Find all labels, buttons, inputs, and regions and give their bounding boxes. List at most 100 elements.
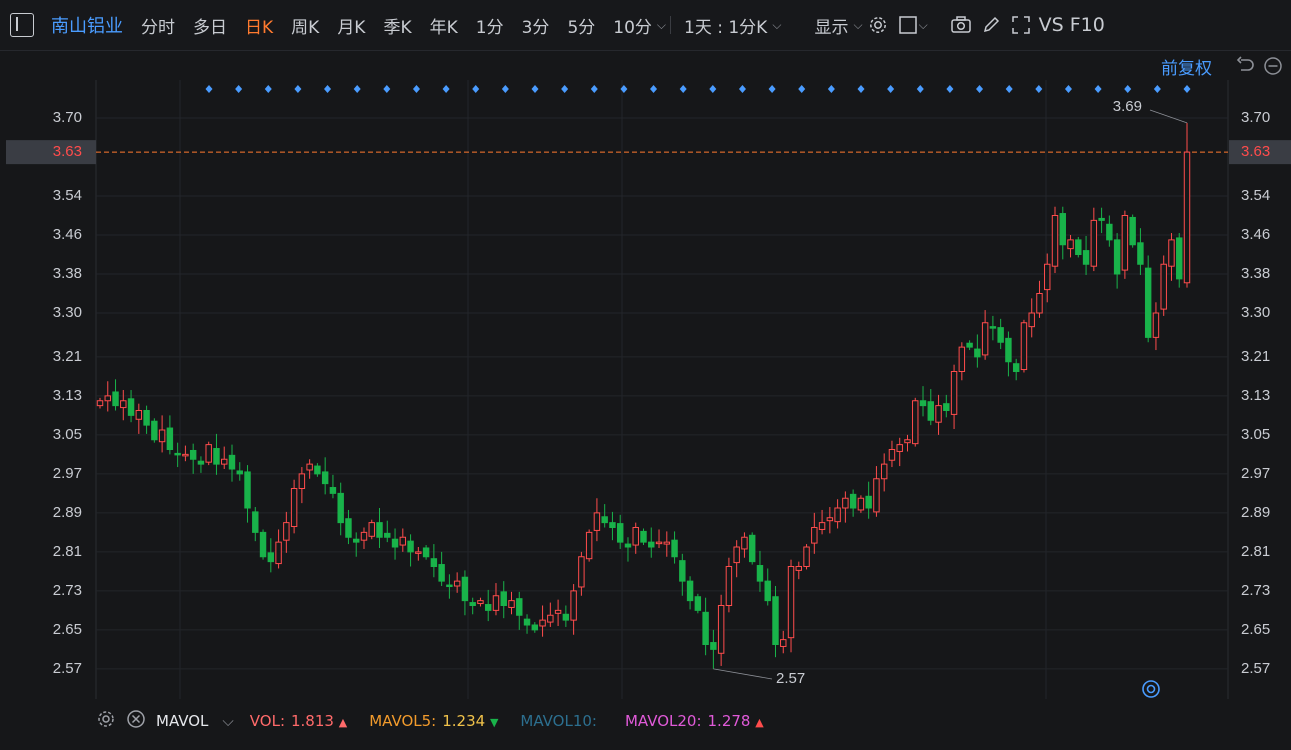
- candle-body[interactable]: [500, 591, 507, 606]
- candle-body[interactable]: [283, 522, 290, 541]
- candle-body[interactable]: [919, 400, 927, 407]
- candle-body[interactable]: [950, 371, 958, 415]
- candle-body[interactable]: [1028, 312, 1035, 328]
- event-marker-icon[interactable]: [383, 85, 391, 93]
- candle-body[interactable]: [376, 522, 383, 538]
- candle-body[interactable]: [174, 452, 181, 456]
- event-marker-icon[interactable]: [205, 85, 213, 93]
- candle-body[interactable]: [888, 449, 896, 461]
- candle-body[interactable]: [912, 400, 919, 445]
- event-marker-icon[interactable]: [620, 85, 628, 93]
- candle-body[interactable]: [989, 326, 997, 329]
- event-marker-icon[interactable]: [590, 85, 598, 93]
- candle-body[interactable]: [314, 465, 321, 475]
- candle-body[interactable]: [1137, 242, 1144, 265]
- candle-body[interactable]: [1059, 213, 1066, 246]
- candle-body[interactable]: [96, 400, 104, 407]
- candle-body[interactable]: [803, 546, 810, 567]
- candle-body[interactable]: [407, 540, 414, 553]
- stock-name[interactable]: 南山铝业: [42, 12, 132, 38]
- candle-body[interactable]: [554, 609, 562, 614]
- candle-body[interactable]: [818, 522, 826, 530]
- event-marker-icon[interactable]: [976, 85, 984, 93]
- candle-body[interactable]: [616, 523, 624, 543]
- candle-body[interactable]: [1168, 239, 1175, 267]
- event-marker-icon[interactable]: [531, 85, 539, 93]
- candle-body[interactable]: [469, 602, 476, 607]
- candle-body[interactable]: [321, 471, 329, 485]
- event-marker-icon[interactable]: [1005, 85, 1013, 93]
- tab-weekly-k[interactable]: 周K: [282, 13, 328, 38]
- candle-body[interactable]: [1121, 215, 1129, 271]
- candle-body[interactable]: [733, 546, 740, 564]
- candle-body[interactable]: [865, 495, 872, 509]
- candle-body[interactable]: [981, 322, 989, 356]
- event-marker-icon[interactable]: [561, 85, 569, 93]
- event-marker-icon[interactable]: [235, 85, 243, 93]
- candle-body[interactable]: [570, 590, 577, 621]
- candle-body[interactable]: [648, 541, 655, 548]
- candle-body[interactable]: [290, 488, 298, 528]
- candle-body[interactable]: [399, 536, 407, 546]
- event-marker-icon[interactable]: [679, 85, 687, 93]
- candle-body[interactable]: [166, 427, 174, 450]
- candle-body[interactable]: [772, 596, 779, 645]
- candle-body[interactable]: [632, 527, 639, 546]
- candle-body[interactable]: [1183, 151, 1191, 284]
- pen-icon[interactable]: [976, 10, 1006, 40]
- candle-body[interactable]: [663, 541, 671, 545]
- candle-body[interactable]: [461, 576, 469, 602]
- tab-quarterly-k[interactable]: 季K: [374, 13, 420, 38]
- sidebar-toggle-icon[interactable]: [10, 13, 34, 37]
- candle-body[interactable]: [849, 493, 857, 509]
- tab-3min[interactable]: 3分: [513, 13, 559, 38]
- candle-body[interactable]: [484, 604, 492, 611]
- candle-body[interactable]: [127, 398, 135, 416]
- tab-daily-k[interactable]: 日K: [236, 13, 282, 38]
- candle-body[interactable]: [182, 453, 189, 457]
- candle-body[interactable]: [974, 348, 981, 358]
- candle-body[interactable]: [764, 580, 771, 602]
- event-marker-icon[interactable]: [709, 85, 717, 93]
- indicator-name[interactable]: MAVOL: [156, 712, 208, 730]
- event-marker-icon[interactable]: [827, 85, 835, 93]
- candle-body[interactable]: [236, 470, 243, 475]
- candle-body[interactable]: [267, 552, 275, 563]
- multi-period-select[interactable]: 1天 : 1分K: [675, 13, 776, 38]
- indicator-close-icon[interactable]: [126, 709, 146, 733]
- event-marker-icon[interactable]: [946, 85, 954, 93]
- indicator-settings-icon[interactable]: [96, 709, 116, 733]
- candle-body[interactable]: [966, 342, 973, 348]
- candle-body[interactable]: [104, 395, 111, 402]
- candle-body[interactable]: [189, 449, 197, 460]
- event-marker-icon[interactable]: [1094, 85, 1102, 93]
- candle-body[interactable]: [1075, 239, 1082, 255]
- candle-body[interactable]: [857, 497, 865, 511]
- candle-body[interactable]: [717, 605, 725, 654]
- candle-body[interactable]: [1176, 237, 1183, 280]
- event-marker-icon[interactable]: [324, 85, 332, 93]
- tab-yearly-k[interactable]: 年K: [421, 13, 467, 38]
- candle-body[interactable]: [624, 543, 632, 548]
- candle-body[interactable]: [997, 327, 1004, 343]
- display-menu[interactable]: 显示: [805, 13, 857, 38]
- event-marker-icon[interactable]: [1183, 85, 1191, 93]
- candle-body[interactable]: [438, 564, 445, 582]
- chevron-down-icon[interactable]: ⌵: [919, 18, 928, 33]
- candle-body[interactable]: [422, 547, 430, 558]
- candle-body[interactable]: [1005, 337, 1012, 363]
- candle-body[interactable]: [795, 566, 803, 571]
- f10-button[interactable]: F10: [1067, 14, 1108, 36]
- candle-body[interactable]: [787, 566, 795, 639]
- candle-body[interactable]: [1113, 239, 1121, 275]
- event-marker-icon[interactable]: [916, 85, 924, 93]
- candle-body[interactable]: [1036, 293, 1043, 314]
- candle-body[interactable]: [1012, 363, 1020, 373]
- tab-5min[interactable]: 5分: [558, 13, 604, 38]
- candle-body[interactable]: [158, 429, 166, 443]
- candle-body[interactable]: [1129, 216, 1136, 246]
- candle-body[interactable]: [655, 541, 663, 545]
- candle-body[interactable]: [151, 420, 158, 441]
- tab-fenshi[interactable]: 分时: [132, 13, 184, 38]
- candle-body[interactable]: [710, 642, 717, 650]
